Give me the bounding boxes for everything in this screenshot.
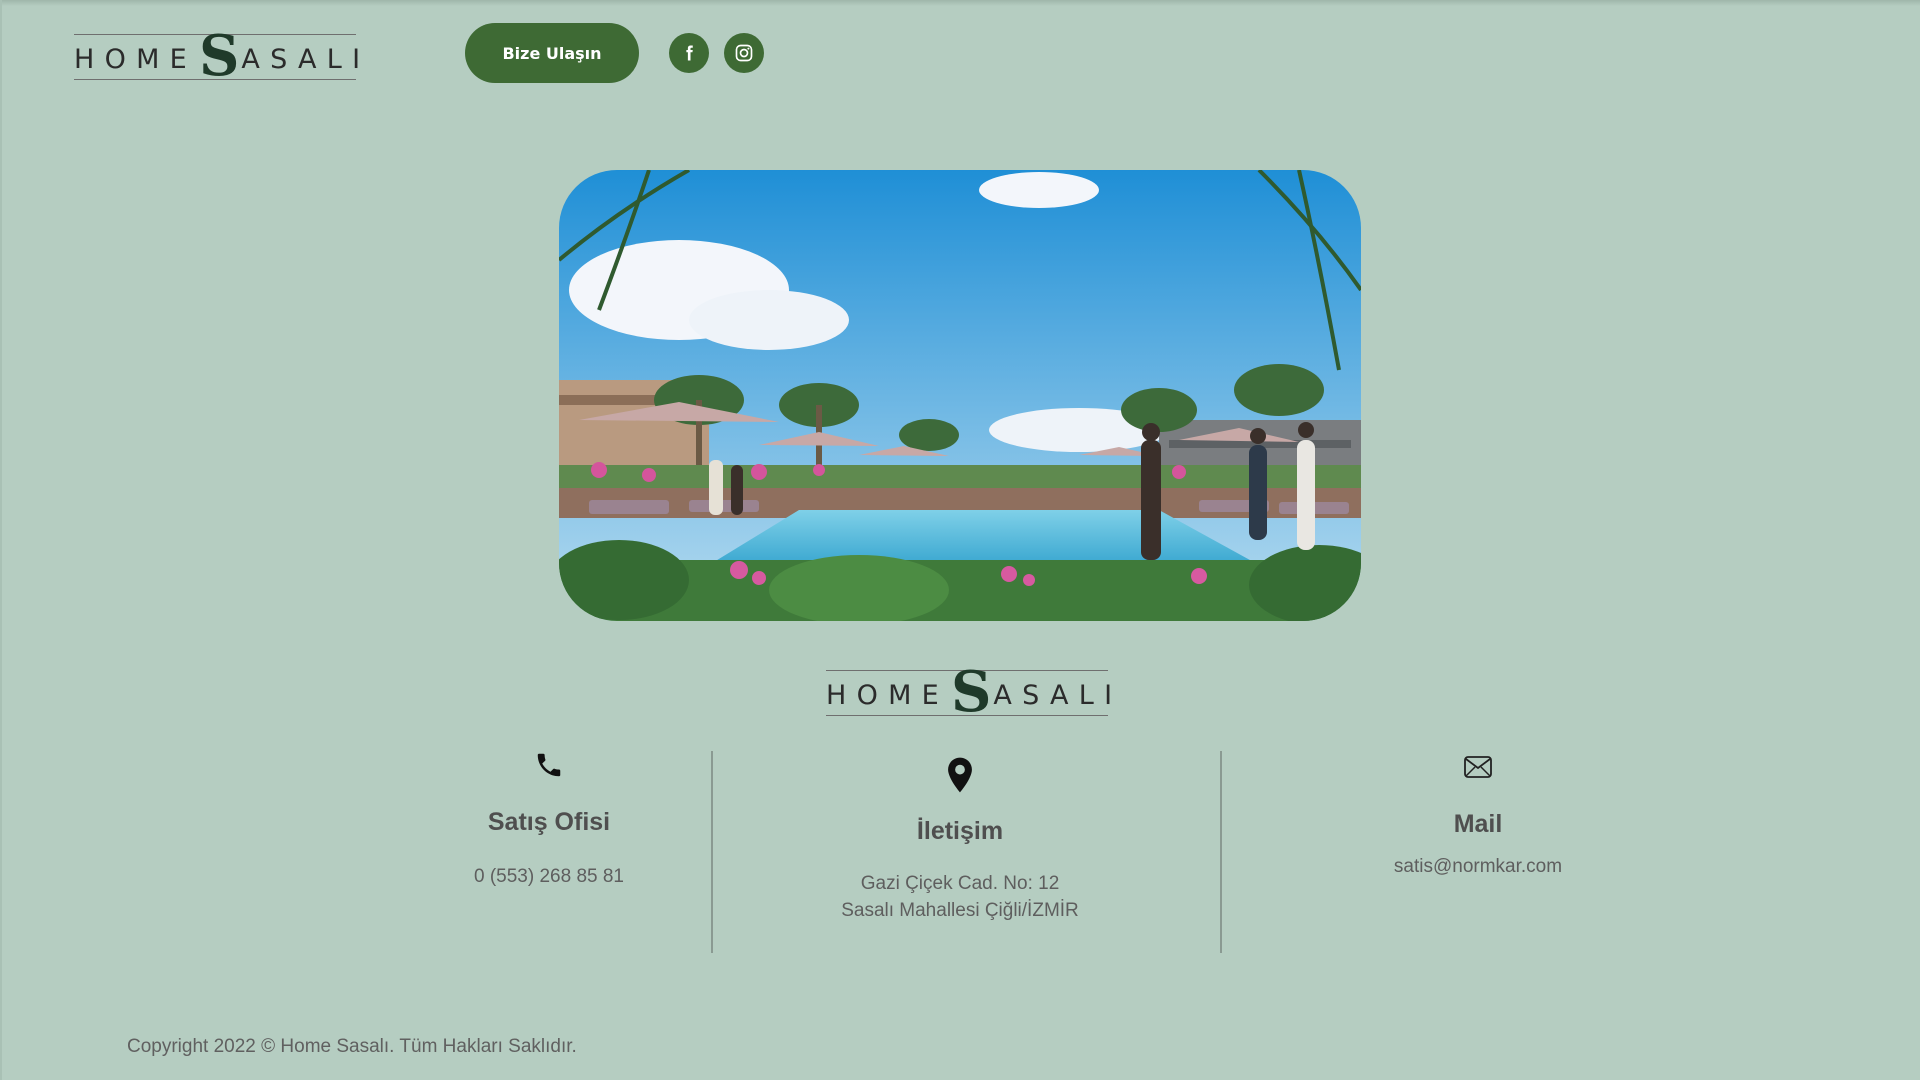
column-divider (711, 751, 713, 953)
sales-office-block: Satış Ofisi 0 (553) 268 85 81 (429, 750, 669, 890)
facebook-icon (686, 45, 693, 61)
left-edge-line (0, 0, 2, 1080)
instagram-icon (735, 44, 753, 62)
top-shadow (0, 0, 1920, 6)
address-line-2: Sasalı Mahallesi Çiğli/İZMİR (841, 900, 1079, 921)
column-divider (1220, 751, 1222, 953)
copyright-text: Copyright 2022 © Home Sasalı. Tüm Haklar… (127, 1036, 577, 1057)
address-block: İletişim Gazi Çiçek Cad. No: 12 Sasalı M… (760, 750, 1160, 924)
address-title: İletişim (916, 817, 1004, 845)
sales-office-phone[interactable]: 0 (553) 268 85 81 (429, 863, 669, 890)
home-sasali-footer-logo: HOME S ASALI (826, 660, 1112, 720)
mail-block: Mail satis@normkar.com (1318, 750, 1638, 880)
sales-office-title: Satış Ofisi (487, 808, 611, 836)
phone-icon (537, 753, 561, 777)
instagram-link[interactable] (724, 33, 764, 73)
logo-word-right: ASALI (993, 680, 1123, 711)
envelope-icon (1464, 756, 1492, 778)
mail-address-link[interactable]: satis@normkar.com (1318, 853, 1638, 880)
mail-title: Mail (1453, 810, 1503, 838)
location-pin-icon (948, 757, 972, 793)
logo-word-left: HOME (826, 680, 949, 711)
logo-word-left: HOME (74, 44, 197, 75)
contact-us-button[interactable]: Bize Ulaşın (465, 23, 639, 83)
logo-monogram: S (198, 23, 240, 89)
facebook-link[interactable] (669, 33, 709, 73)
logo-monogram: S (950, 659, 992, 725)
home-sasali-logo[interactable]: HOME S ASALI (74, 24, 360, 84)
logo-word-right: ASALI (241, 44, 371, 75)
hero-resort-image (559, 170, 1361, 621)
address-line-1: Gazi Çiçek Cad. No: 12 (860, 873, 1060, 894)
